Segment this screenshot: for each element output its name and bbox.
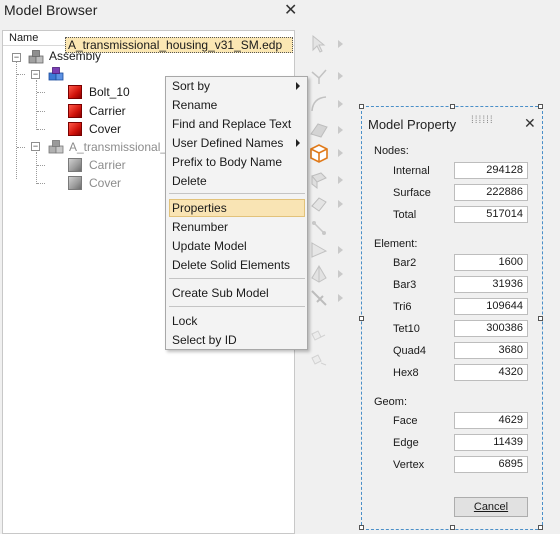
menu-item-delete[interactable]: Delete [169,172,305,190]
bar2-field[interactable]: 1600 [454,254,528,271]
close-icon[interactable]: ✕ [524,115,536,132]
field-label: Edge [393,437,419,449]
field-label: Surface [393,187,431,199]
resize-handle[interactable] [450,104,455,109]
triangle-icon[interactable] [309,240,329,260]
menu-item-create-sub-model[interactable]: Create Sub Model [169,284,305,302]
select-arrow-icon[interactable] [309,34,329,54]
solid-cube-icon[interactable] [308,142,330,164]
gray-part-icon [68,176,82,190]
tet10-field[interactable]: 300386 [454,320,528,337]
field-label: Tet10 [393,323,420,335]
menu-item-properties[interactable]: Properties [169,199,305,217]
assembly-blue-icon [48,67,64,81]
browser-title: Model Browser [4,2,98,18]
resize-handle[interactable] [450,525,455,530]
nodes-group-label: Nodes: [374,145,409,157]
vertex-field[interactable]: 6895 [454,456,528,473]
red-part-icon [68,85,82,99]
submenu-arrow-icon [296,139,300,147]
face-icon[interactable] [309,170,329,190]
menu-item-update-model[interactable]: Update Model [169,237,305,255]
close-icon[interactable]: ✕ [284,0,297,20]
resize-handle[interactable] [359,525,364,530]
probe-icon[interactable] [309,288,329,308]
surface-nodes-field[interactable]: 222886 [454,184,528,201]
arc-icon[interactable] [309,94,329,114]
tetra-icon[interactable] [309,264,329,284]
field-label: Face [393,415,418,427]
total-nodes-field[interactable]: 517014 [454,206,528,223]
menu-item-label: User Defined Names [172,136,284,150]
assembly-icon [28,50,44,64]
element-group-label: Element: [374,238,418,250]
menu-item-prefix[interactable]: Prefix to Body Name [169,153,305,171]
drag-grip-icon[interactable]: ⁞⁞⁞⁞⁞⁞ [471,115,494,126]
surface-icon[interactable] [309,120,329,140]
internal-nodes-field[interactable]: 294128 [454,162,528,179]
assembly-icon [48,140,64,154]
field-label: Bar3 [393,279,417,291]
tree-item-selected[interactable]: A_transmissional_housing_v31_SM.edp [65,37,293,53]
red-part-icon [68,104,82,118]
resize-handle[interactable] [359,316,364,321]
shell-icon[interactable] [309,218,329,238]
menu-separator [169,306,305,307]
model-property-dialog: Model Property ⁞⁞⁞⁞⁞⁞ ✕ Nodes: Internal … [359,104,543,530]
expander-sub1[interactable]: − [31,70,40,79]
menu-item-renumber[interactable]: Renumber [169,218,305,236]
menu-item-label: Sort by [172,79,211,93]
field-label: Hex8 [393,367,419,379]
tri6-field[interactable]: 109644 [454,298,528,315]
tree-item-cover[interactable]: Cover [89,120,121,138]
field-label: Vertex [393,459,425,471]
resize-handle[interactable] [538,104,543,109]
tree-item-carrier[interactable]: Carrier [89,102,126,120]
resize-handle[interactable] [538,525,543,530]
menu-item-user-defined-names[interactable]: User Defined Names [169,134,305,152]
field-label: Tri6 [393,301,412,313]
entity-toolbar [303,30,349,534]
unlink-icon[interactable] [309,350,329,370]
edge-icon[interactable] [309,194,329,214]
quad4-field[interactable]: 3680 [454,342,528,359]
bar3-field[interactable]: 31936 [454,276,528,293]
red-part-icon [68,122,82,136]
expander-assembly[interactable]: − [12,53,21,62]
edge-field[interactable]: 11439 [454,434,528,451]
face-field[interactable]: 4629 [454,412,528,429]
tree-item-sub2[interactable]: A_transmissional_ho [69,138,180,156]
menu-item-sort-by[interactable]: Sort by [169,77,305,95]
tree-item-bolt[interactable]: Bolt_10 [89,83,130,101]
menu-item-delete-solid[interactable]: Delete Solid Elements [169,256,305,274]
menu-item-find-replace[interactable]: Find and Replace Text [169,115,305,133]
field-label: Internal [393,165,430,177]
field-label: Bar2 [393,257,417,269]
hex8-field[interactable]: 4320 [454,364,528,381]
resize-handle[interactable] [359,104,364,109]
menu-separator [169,278,305,279]
resize-handle[interactable] [538,316,543,321]
link-icon[interactable] [309,326,329,346]
dialog-title: Model Property [368,117,457,132]
tree-item-carrier-2[interactable]: Carrier [89,156,126,174]
line-icon[interactable] [309,66,329,86]
menu-item-rename[interactable]: Rename [169,96,305,114]
menu-separator [169,193,305,194]
submenu-arrow-icon [296,82,300,90]
expander-sub2[interactable]: − [31,142,40,151]
field-label: Quad4 [393,345,427,357]
field-label: Total [393,209,417,221]
geom-group-label: Geom: [374,396,408,408]
menu-item-lock[interactable]: Lock [169,312,305,330]
menu-item-select-by-id[interactable]: Select by ID [169,331,305,349]
cancel-button[interactable]: Cancel [454,497,528,517]
gray-part-icon [68,158,82,172]
context-menu: Sort by Rename Find and Replace Text Use… [165,76,308,350]
tree-item-cover-2[interactable]: Cover [89,174,121,192]
